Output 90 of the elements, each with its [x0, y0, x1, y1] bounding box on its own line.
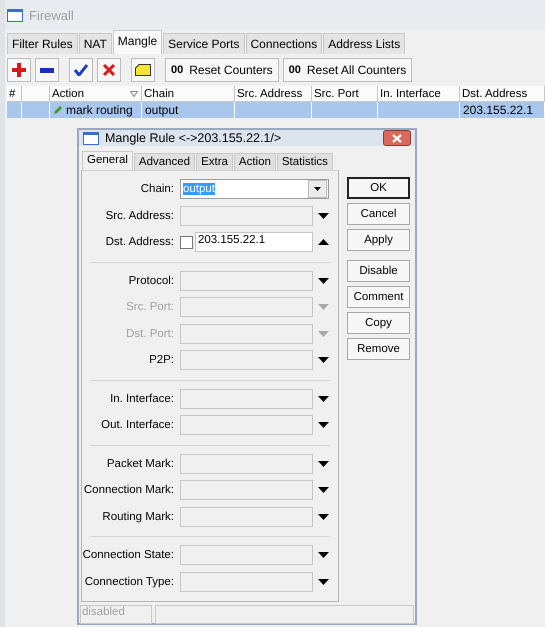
input-field[interactable]	[180, 324, 313, 344]
field-label: Src. Address:	[104, 210, 175, 222]
input-field[interactable]	[180, 545, 313, 565]
dropdown-arrow-icon[interactable]	[318, 212, 329, 218]
input-field[interactable]	[180, 206, 313, 226]
column-header[interactable]: Src. Port	[312, 86, 378, 102]
input-field[interactable]	[180, 480, 313, 500]
column-header[interactable]: Chain	[142, 86, 235, 102]
column-header[interactable]: Action	[50, 86, 142, 102]
dropdown-arrow-icon[interactable]	[318, 357, 329, 363]
column-header[interactable]: Dst. Address	[460, 86, 545, 102]
reset-button[interactable]: 00 Reset All Counters	[282, 58, 412, 82]
status-text: disabled	[80, 605, 152, 624]
dropdown-arrow-icon[interactable]	[318, 422, 329, 428]
dialog-button[interactable]: Comment	[347, 286, 410, 308]
action-text: mark routing	[66, 103, 133, 117]
field-label: Dst. Address:	[104, 236, 175, 248]
dialog-button[interactable]: Cancel	[347, 203, 410, 225]
input-field[interactable]	[180, 454, 313, 474]
dialog-button[interactable]: Remove	[347, 338, 410, 360]
add-button[interactable]	[7, 58, 31, 82]
dropdown-arrow-icon[interactable]	[318, 487, 329, 493]
tab[interactable]: Connections	[246, 33, 322, 54]
dropdown-arrow-icon[interactable]	[318, 460, 329, 466]
reset-button[interactable]: 00 Reset Counters	[165, 58, 279, 82]
input-field[interactable]: 203.155.22.1	[195, 232, 313, 252]
tab[interactable]: Service Ports	[163, 33, 245, 54]
tab[interactable]: NAT	[78, 33, 112, 54]
field-label: Dst. Port:	[125, 328, 175, 340]
tab[interactable]: Statistics	[276, 153, 333, 170]
dialog-button[interactable]: OK	[347, 177, 410, 199]
window-icon	[83, 132, 99, 144]
field-label: Packet Mark:	[106, 458, 175, 470]
tab[interactable]: Mangle	[112, 30, 162, 54]
close-icon	[392, 134, 402, 142]
plus-icon	[12, 63, 26, 77]
note-icon	[135, 64, 151, 76]
dialog-button[interactable]: Copy	[347, 312, 410, 334]
input-field[interactable]	[180, 506, 313, 526]
input-field[interactable]	[180, 297, 313, 317]
dropdown-arrow-icon[interactable]	[318, 552, 329, 558]
dialog-title: Mangle Rule <->203.155.22.1/>	[105, 131, 282, 145]
up-arrow-icon[interactable]	[318, 239, 329, 245]
cross-icon	[103, 64, 115, 76]
field-label: In. Interface:	[109, 392, 175, 404]
dialog-button[interactable]: Apply	[347, 229, 410, 251]
column-header[interactable]: #	[7, 86, 22, 102]
table-cell: 203.155.22.1	[460, 102, 545, 118]
tab[interactable]: General	[82, 151, 133, 170]
invert-checkbox[interactable]	[180, 236, 193, 248]
disable-button[interactable]	[97, 58, 121, 82]
input-field[interactable]	[180, 388, 313, 408]
dropdown-arrow-icon[interactable]	[318, 278, 329, 284]
remove-button[interactable]	[35, 58, 59, 82]
minus-icon	[40, 68, 54, 72]
column-header[interactable]: Src. Address	[235, 86, 312, 102]
dropdown-arrow-icon[interactable]	[318, 396, 329, 402]
input-field[interactable]	[180, 350, 313, 370]
field-label: P2P:	[148, 354, 175, 366]
dropdown-arrow-icon[interactable]	[318, 514, 329, 520]
window-icon	[7, 8, 23, 22]
window-title: Firewall	[29, 8, 74, 22]
field-label: Protocol:	[128, 274, 175, 286]
tab[interactable]: Filter Rules	[7, 33, 78, 54]
tab[interactable]: Action	[234, 153, 276, 170]
field-label: Connection Type:	[84, 576, 175, 588]
field-label: Connection State:	[82, 549, 175, 561]
field-label: Connection Mark:	[82, 484, 175, 496]
field-label: Chain:	[140, 183, 175, 195]
comment-button[interactable]	[131, 58, 155, 82]
dialog-button[interactable]: Disable	[347, 260, 410, 282]
input-field[interactable]	[180, 572, 313, 592]
field-label: Out. Interface:	[100, 419, 175, 431]
input-field[interactable]	[180, 270, 313, 290]
sort-icon	[130, 90, 138, 96]
tab[interactable]: Extra	[196, 153, 233, 170]
tab[interactable]: Advanced	[134, 153, 196, 170]
dropdown-arrow-icon	[314, 187, 321, 191]
pencil-icon	[53, 105, 63, 115]
table-row[interactable]: mark routing output 203.155.22.1	[7, 102, 545, 118]
column-header[interactable]: In. Interface	[378, 86, 460, 102]
enable-button[interactable]	[69, 58, 93, 82]
close-button[interactable]	[383, 130, 411, 146]
tab[interactable]: Address Lists	[323, 33, 406, 54]
table-cell: output	[142, 102, 235, 118]
field-label: Src. Port:	[125, 301, 175, 313]
input-field[interactable]	[180, 415, 313, 435]
checkmark-icon	[74, 64, 88, 76]
field-label: Routing Mark:	[101, 510, 175, 522]
dropdown-arrow-icon[interactable]	[318, 578, 329, 584]
